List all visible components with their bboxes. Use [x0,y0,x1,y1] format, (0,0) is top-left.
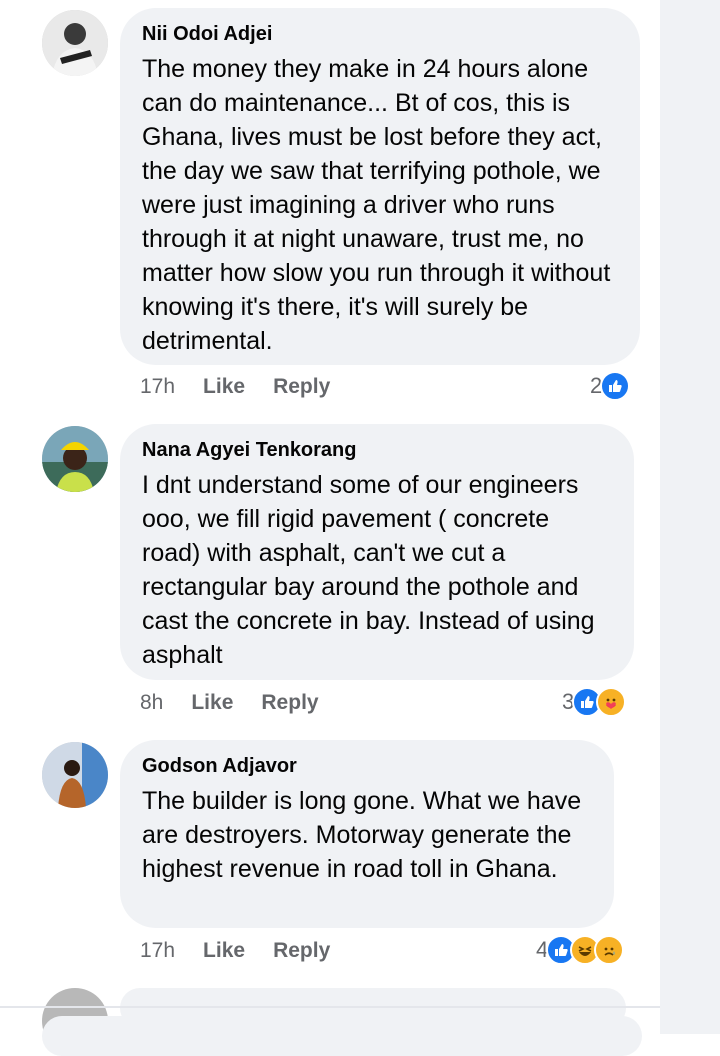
like-button[interactable]: Like [203,375,245,399]
comment-input[interactable] [42,1016,642,1056]
reply-button[interactable]: Reply [273,939,330,963]
comment-time[interactable]: 17h [140,375,175,399]
reaction-summary[interactable]: 3 [562,686,627,718]
avatar[interactable] [42,10,108,76]
divider [0,1006,660,1008]
side-margin [660,0,720,1034]
comment-actions: 17h Like Reply [140,372,358,402]
avatar[interactable] [42,426,108,492]
comment-time[interactable]: 17h [140,939,175,963]
comment-actions: 17h Like Reply [140,936,358,966]
comment-time[interactable]: 8h [140,691,163,715]
like-button[interactable]: Like [191,691,233,715]
comment-text: I dnt understand some of our engineers o… [142,471,595,669]
like-reaction-icon [600,371,631,401]
comments-feed: Nii Odoi Adjei The money they make in 24… [0,0,660,1056]
comment-bubble: Nii Odoi Adjei The money they make in 24… [120,8,640,365]
comment-actions: 8h Like Reply [140,688,347,718]
reaction-summary[interactable]: 4 [536,934,625,966]
comment-bubble: Nana Agyei Tenkorang I dnt understand so… [120,424,634,680]
comment-text: The builder is long gone. What we have a… [142,787,582,883]
reaction-summary[interactable]: 2 [590,370,631,402]
avatar[interactable] [42,742,108,808]
sad-reaction-icon [594,935,625,965]
reply-button[interactable]: Reply [273,375,330,399]
comment-bubble: Godson Adjavor The builder is long gone.… [120,740,614,928]
like-button[interactable]: Like [203,939,245,963]
comment-author[interactable]: Nana Agyei Tenkorang [142,438,612,462]
comment-author[interactable]: Nii Odoi Adjei [142,22,618,46]
reply-button[interactable]: Reply [261,691,318,715]
comment-text: The money they make in 24 hours alone ca… [142,55,611,355]
care-reaction-icon [596,687,627,717]
comment-author[interactable]: Godson Adjavor [142,754,592,778]
